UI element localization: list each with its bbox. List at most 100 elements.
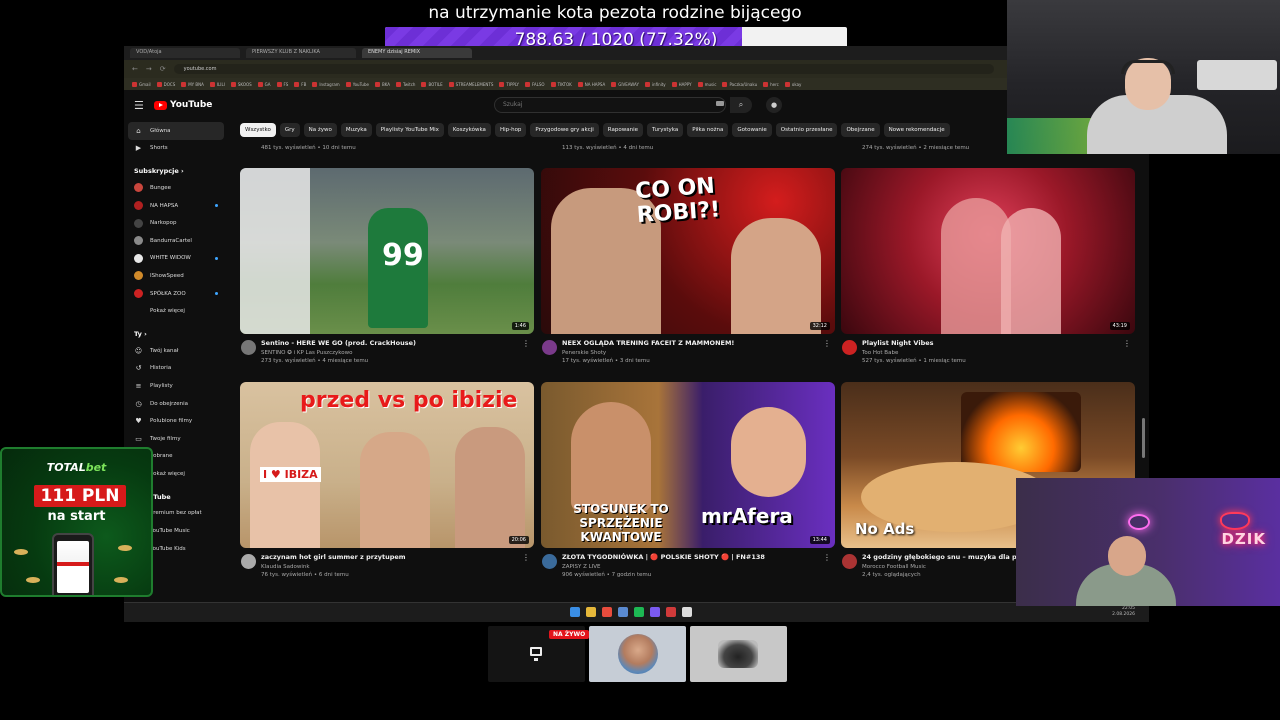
sidebar-item[interactable]: ▶ Shorts [128, 140, 224, 158]
forward-icon[interactable]: → [146, 65, 152, 73]
bookmark-item[interactable]: STREAMELEMENTS [448, 79, 493, 89]
bookmark-item[interactable]: NA HAPSA [577, 79, 605, 89]
video-card[interactable]: STOSUNEK TO SPRZĘŻENIE KWANTOWE mrAfera … [541, 382, 835, 578]
app-icon[interactable] [618, 607, 628, 617]
page-scrollbar[interactable] [1142, 418, 1145, 458]
sidebar-item[interactable]: ⌂ Główna [128, 122, 224, 140]
more-options-icon[interactable]: ⋮ [522, 339, 530, 348]
bookmark-item[interactable]: FALSO [524, 79, 545, 89]
folder-icon[interactable] [586, 607, 596, 617]
filter-chip[interactable]: Koszykówka [447, 123, 491, 137]
obs-icon[interactable] [666, 607, 676, 617]
bookmark-item[interactable]: infinity [644, 79, 666, 89]
filter-chip[interactable]: Rapowanie [602, 123, 643, 137]
browser-tab[interactable]: PIERWSZY KLUB Z NAKLIKA [246, 48, 356, 58]
filter-chip[interactable]: Obejrzane [841, 123, 880, 137]
sidebar-item[interactable]: Bungee [128, 179, 224, 197]
filter-chip[interactable]: Przygodowe gry akcji [530, 123, 599, 137]
bookmark-item[interactable]: BKA [374, 79, 390, 89]
more-options-icon[interactable]: ⋮ [823, 339, 831, 348]
video-thumbnail[interactable]: STOSUNEK TO SPRZĘŻENIE KWANTOWE mrAfera … [541, 382, 835, 548]
more-options-icon[interactable]: ⋮ [1123, 339, 1131, 348]
sidebar-item[interactable]: ♥ Polubione filmy [128, 412, 224, 430]
sidebar-item[interactable]: Narkopop [128, 214, 224, 232]
video-card[interactable]: 99 1:46 Sentino - HERE WE GO (prod. Crac… [240, 168, 534, 364]
url-field[interactable]: youtube.com [173, 64, 994, 74]
video-channel[interactable]: SENTINO ✪ i KP Las Puszczykowo [240, 350, 534, 356]
youtube-logo[interactable]: YouTube [154, 100, 212, 110]
video-channel[interactable]: Penerskie Shoty [541, 350, 835, 356]
video-card[interactable]: CO ON ROBI?! 32:12 NEEX OGLĄDA TRENING F… [541, 168, 835, 364]
sidebar-item[interactable]: Pokaż więcej [128, 302, 224, 320]
bookmark-item[interactable]: Instagram [312, 79, 340, 89]
sidebar-section-header[interactable]: Subskrypcje › [128, 163, 224, 179]
sidebar-item[interactable]: IShowSpeed [128, 267, 224, 285]
system-tray-clock[interactable]: 22:05 2.08.2026 [1112, 606, 1135, 618]
sidebar-item[interactable]: NA HAPSA [128, 197, 224, 215]
bookmark-item[interactable]: ILILI [209, 79, 225, 89]
video-card[interactable]: 43:19 Playlist Night Vibes Too Hot Babe … [841, 168, 1135, 364]
filter-chip[interactable]: Playlisty YouTube Mix [375, 123, 444, 137]
sidebar-item[interactable]: ≡ Playlisty [128, 377, 224, 395]
bookmark-item[interactable]: music [697, 79, 716, 89]
video-thumbnail[interactable]: CO ON ROBI?! 32:12 [541, 168, 835, 334]
bookmark-item[interactable]: Twitch [396, 79, 415, 89]
sidebar-item[interactable]: ◷ Do obejrzenia [128, 395, 224, 413]
bookmark-item[interactable]: GA [257, 79, 271, 89]
start-icon[interactable] [570, 607, 580, 617]
more-options-icon[interactable]: ⋮ [522, 553, 530, 562]
back-icon[interactable]: ← [132, 65, 138, 73]
chrome-icon[interactable] [602, 607, 612, 617]
bookmark-item[interactable]: GIVEAWAY [611, 79, 639, 89]
filter-chip[interactable]: Nowe rekomendacje [883, 123, 950, 137]
filter-chip[interactable]: Turystyka [646, 123, 684, 137]
video-thumbnail[interactable]: przed vs po ibizie I ♥ IBIZA 20:06 [240, 382, 534, 548]
filter-chip[interactable]: Gry [279, 123, 300, 137]
discord-icon[interactable] [650, 607, 660, 617]
video-title[interactable]: Playlist Night Vibes [841, 339, 1121, 347]
video-thumbnail[interactable]: 99 1:46 [240, 168, 534, 334]
filter-chip[interactable]: Na żywo [303, 123, 337, 137]
video-title[interactable]: zaczynam hot girl summer z przytupem [240, 553, 520, 561]
channel-avatar[interactable] [842, 554, 857, 569]
sidebar-item[interactable]: ↺ Historia [128, 360, 224, 378]
sponsor-ad[interactable]: TOTALbet 111 PLN na start [0, 447, 153, 597]
bookmark-item[interactable]: herc [763, 79, 779, 89]
app-icon[interactable] [682, 607, 692, 617]
channel-avatar[interactable] [241, 554, 256, 569]
bookmark-item[interactable]: Paczka/Unaku [722, 79, 757, 89]
bookmark-item[interactable]: DOCS [156, 79, 175, 89]
browser-tab-active[interactable]: ENEMY dzisiaj REMIX [362, 48, 472, 58]
bookmark-item[interactable]: FS [276, 79, 288, 89]
more-options-icon[interactable]: ⋮ [823, 553, 831, 562]
filter-chip[interactable]: Piłka nożna [687, 123, 729, 137]
video-channel[interactable]: ZAPISY Z LIVE [541, 564, 835, 570]
spotify-icon[interactable] [634, 607, 644, 617]
video-title[interactable]: Sentino - HERE WE GO (prod. CrackHouse) [240, 339, 520, 347]
search-input[interactable]: Szukaj [494, 97, 726, 113]
bookmark-item[interactable]: MY BNA [181, 79, 204, 89]
filter-chip[interactable]: Muzyka [340, 123, 372, 137]
bookmark-item[interactable]: TIKTOK [550, 79, 572, 89]
bookmark-item[interactable]: TIPPLY [499, 79, 519, 89]
keyboard-icon[interactable] [716, 101, 724, 106]
bookmark-item[interactable]: Gmail [132, 79, 151, 89]
filter-chip[interactable]: Ostatnio przesłane [775, 123, 838, 137]
video-thumbnail[interactable]: 43:19 [841, 168, 1135, 334]
channel-avatar[interactable] [241, 340, 256, 355]
bookmark-item[interactable]: FB [294, 79, 306, 89]
browser-tab[interactable]: VOD/Atoja [130, 48, 240, 58]
video-title[interactable]: ZŁOTA TYGODNIÓWKA | 🔴 POLSKIE SHOTY 🔴 | … [541, 553, 821, 561]
bookmark-item[interactable]: BOTILE [421, 79, 443, 89]
filter-chip[interactable]: Gotowanie [732, 123, 772, 137]
channel-avatar[interactable] [842, 340, 857, 355]
mic-icon[interactable]: ● [766, 97, 782, 113]
sidebar-item[interactable]: SPÓŁKA ZOO [128, 285, 224, 303]
video-channel[interactable]: Klaudia Sadowink [240, 564, 534, 570]
video-card[interactable]: przed vs po ibizie I ♥ IBIZA 20:06 zaczy… [240, 382, 534, 578]
sidebar-section-header[interactable]: Ty › [128, 326, 224, 342]
channel-avatar[interactable] [542, 554, 557, 569]
sidebar-item[interactable]: ▭ Twoje filmy [128, 430, 224, 448]
channel-avatar[interactable] [542, 340, 557, 355]
sidebar-item[interactable]: ☺ Twój kanał [128, 342, 224, 360]
